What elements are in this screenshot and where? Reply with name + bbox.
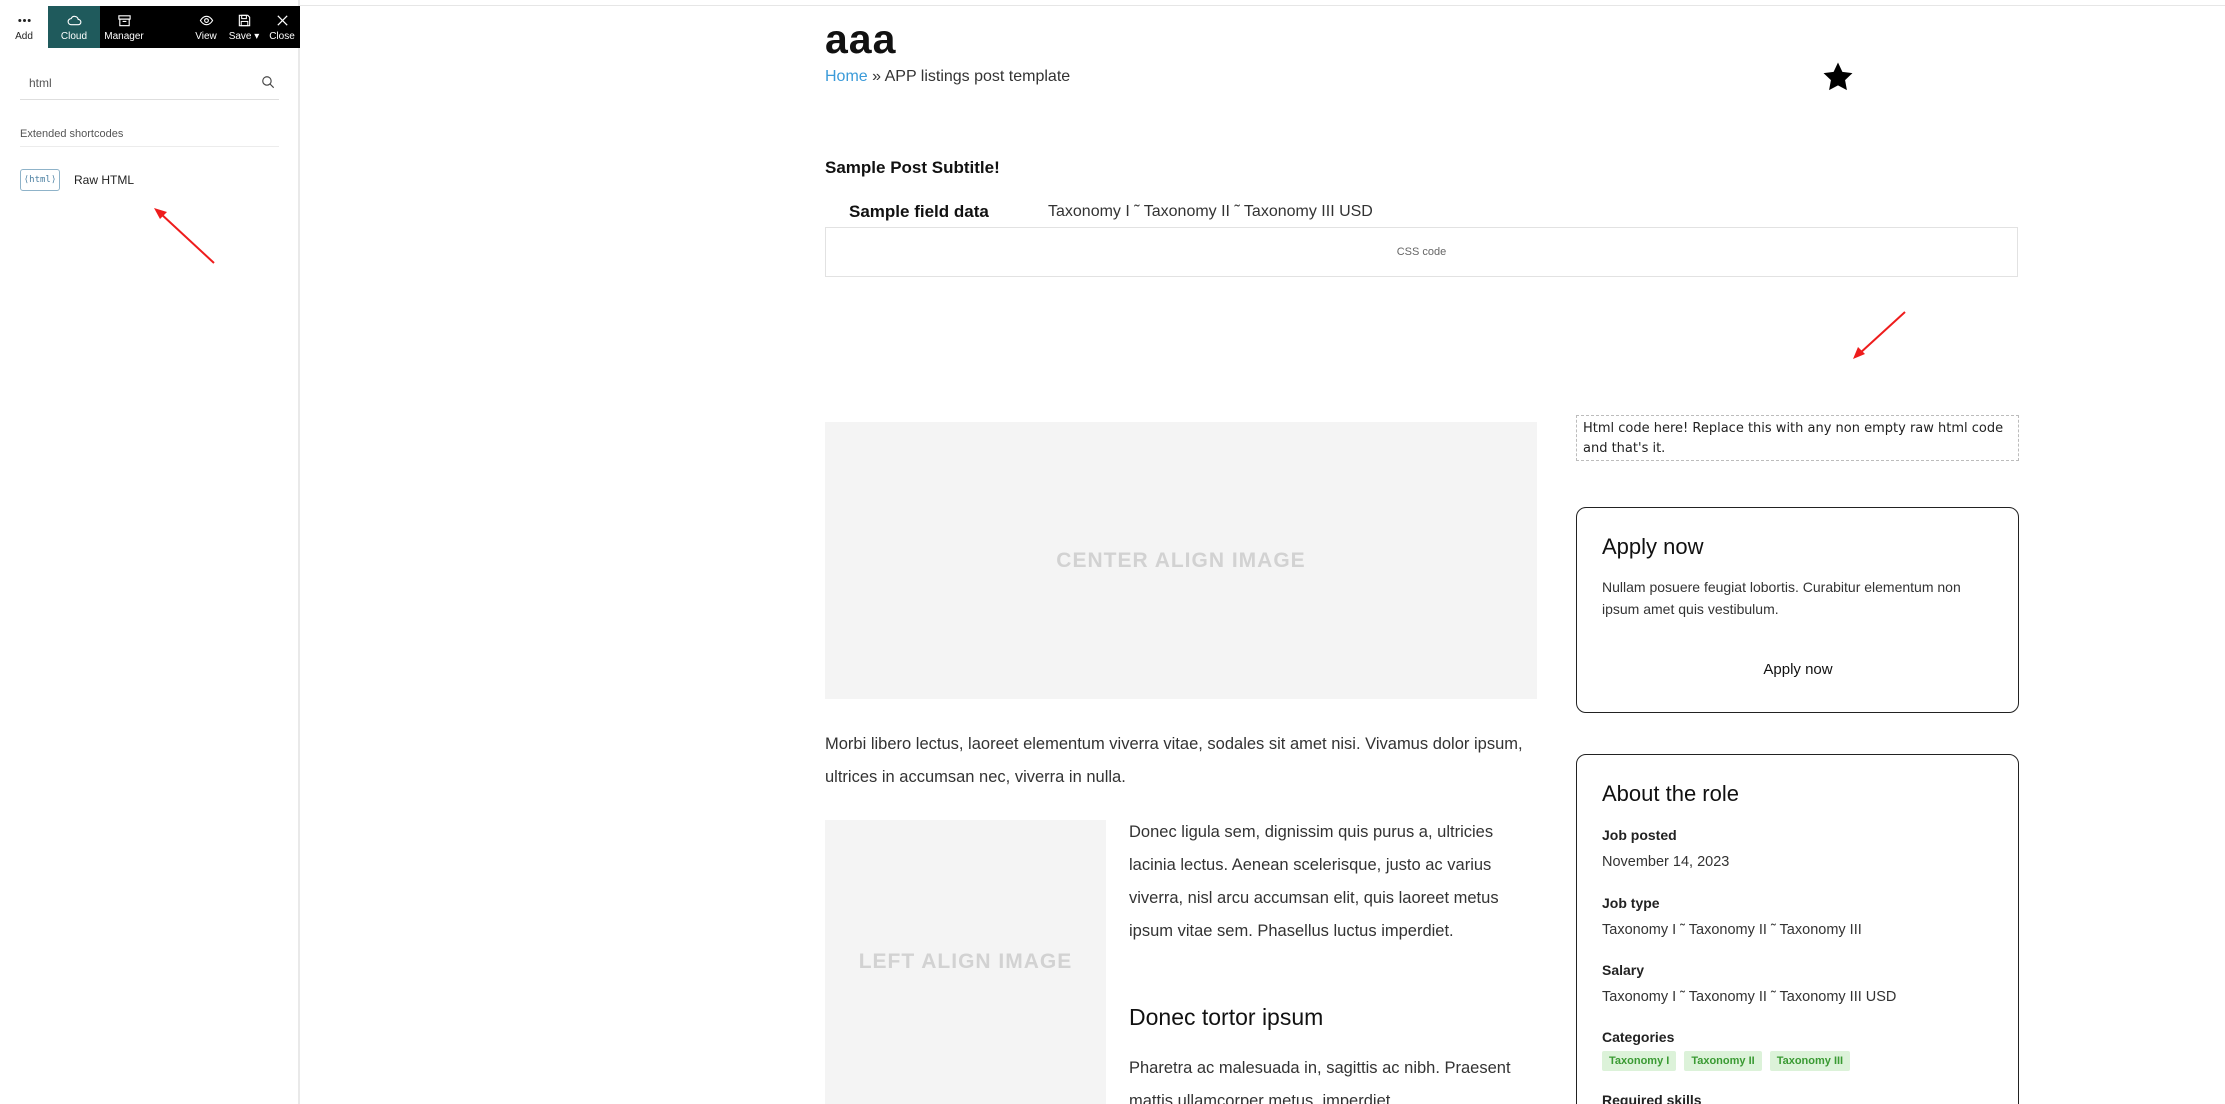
apply-description: Nullam posuere feugiat lobortis. Curabit… [1602,579,1961,617]
section-title: Extended shortcodes [20,128,279,147]
field-value: Taxonomy I ˜ Taxonomy II ˜ Taxonomy III … [1048,203,1373,220]
salary-value: Taxonomy I ˜ Taxonomy II ˜ Taxonomy III … [1602,989,1897,1005]
cloud-button[interactable]: Cloud [48,6,100,48]
job-type-value: Taxonomy I ˜ Taxonomy II ˜ Taxonomy III [1602,922,1862,938]
editor-toolbar: Add Cloud Manager View Save ▾ Close [0,6,300,48]
body-paragraph: Morbi libero lectus, laoreet elementum v… [825,735,1523,786]
required-skills-label: Required skills [1602,1092,1702,1104]
view-button[interactable]: View [188,6,224,48]
cloud-icon [67,15,81,25]
apply-title: Apply now [1602,534,1704,559]
category-tags: Taxonomy I Taxonomy II Taxonomy III [1602,1051,1851,1071]
add-button[interactable]: Add [0,6,48,48]
css-code-block[interactable]: CSS code [825,227,2018,277]
job-posted-value: November 14, 2023 [1602,854,1730,870]
role-title: About the role [1602,781,1739,806]
job-posted-label: Job posted [1602,827,1677,843]
floppy-icon [238,14,250,26]
cloud-label: Cloud [60,30,88,42]
search-input[interactable] [20,66,250,100]
raw-html-block[interactable]: Html code here! Replace this with any no… [1576,415,2019,461]
job-type-label: Job type [1602,895,1660,911]
annotation-arrow-icon [1853,311,1906,359]
categories-label: Categories [1602,1029,1675,1045]
manager-button[interactable]: Manager [100,6,148,48]
close-label: Close [269,30,295,42]
star-icon[interactable] [1821,60,1855,94]
category-tag[interactable]: Taxonomy III [1769,1051,1851,1071]
search-icon[interactable] [261,75,275,89]
css-code-label: CSS code [1396,246,1447,258]
breadcrumb-home-link[interactable]: Home [825,68,868,85]
add-label: Add [15,30,33,42]
section-heading: Donec tortor ipsum [1129,1004,1324,1030]
dots-icon [17,18,31,22]
toolbar-actions: Manager View Save ▾ Close [100,6,300,48]
close-icon [276,14,288,26]
breadcrumb-separator: » [867,68,885,85]
body-paragraph: Donec ligula sem, dignissim quis purus a… [1129,823,1499,940]
breadcrumb-current: APP listings post template [884,68,1071,85]
html-code-icon: ⟨html⟩ [20,169,60,191]
apply-now-button[interactable]: Apply now [1602,650,1994,688]
center-image-label: CENTER ALIGN IMAGE [1056,548,1306,572]
top-divider [300,5,2225,6]
raw-html-shortcode[interactable]: ⟨html⟩ Raw HTML [20,168,134,192]
apply-card: Apply now Nullam posuere feugiat loborti… [1576,507,2019,713]
manager-label: Manager [104,30,144,42]
view-label: View [195,30,217,42]
field-label: Sample field data [849,202,989,221]
center-align-image: CENTER ALIGN IMAGE [825,422,1537,699]
raw-html-label: Raw HTML [74,173,135,187]
post-subtitle: Sample Post Subtitle! [825,158,1000,177]
save-label: Save ▾ [228,30,260,42]
eye-icon [199,15,213,25]
category-tag[interactable]: Taxonomy II [1684,1051,1762,1071]
shortcode-search [20,66,279,100]
editor-panel: Add Cloud Manager View Save ▾ Close html… [0,0,300,1104]
breadcrumb: Home » APP listings post template [825,68,1070,86]
about-role-card: About the role Job posted November 14, 2… [1576,754,2019,1104]
annotation-arrow-icon [154,208,215,264]
post-title: aaa [825,16,897,62]
body-paragraph: Pharetra ac malesuada in, sagittis ac ni… [1129,1059,1511,1104]
left-align-image: LEFT ALIGN IMAGE [825,820,1106,1104]
salary-label: Salary [1602,962,1645,978]
close-button[interactable]: Close [264,6,300,48]
save-button[interactable]: Save ▾ [224,6,264,48]
category-tag[interactable]: Taxonomy I [1602,1051,1677,1071]
left-image-label: LEFT ALIGN IMAGE [858,950,1073,973]
archive-icon [117,14,131,26]
